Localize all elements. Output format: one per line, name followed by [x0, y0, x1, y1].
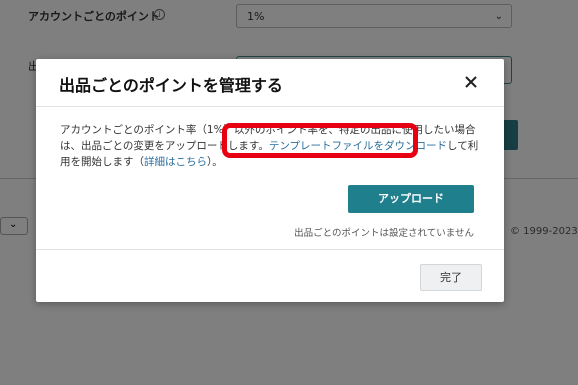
dialog-header: 出品ごとのポイントを管理する — [36, 59, 504, 107]
dialog-footer: 完了 — [36, 249, 504, 302]
details-link[interactable]: 詳細はこちら — [144, 156, 207, 168]
done-button[interactable]: 完了 — [420, 264, 482, 291]
close-icon[interactable] — [462, 73, 480, 91]
status-text: 出品ごとのポイントは設定されていません — [294, 228, 474, 239]
highlight-annotation — [222, 123, 418, 158]
upload-button[interactable]: アップロード — [348, 185, 474, 213]
dialog-title: 出品ごとのポイントを管理する — [59, 76, 283, 95]
description-text-3: ）。 — [207, 156, 223, 168]
manage-listing-points-dialog: 出品ごとのポイントを管理する アカウントごとのポイント率（1%）以外のポイント率… — [36, 59, 504, 302]
